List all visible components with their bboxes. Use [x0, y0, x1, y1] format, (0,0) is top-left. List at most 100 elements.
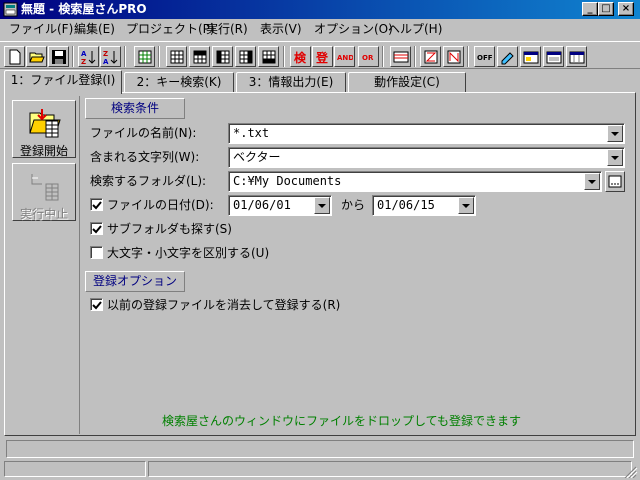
stop-execution-icon [31, 174, 59, 201]
folder-value: C:¥My Documents [233, 174, 342, 188]
register-start-label: 登録開始 [19, 144, 68, 158]
window-1-icon [523, 51, 539, 64]
chevron-down-icon[interactable] [607, 125, 623, 142]
menu-run[interactable]: 実行(R) [206, 22, 248, 36]
menu-bar: ファイル(F) 編集(E) プロジェクト(P) 実行(R) 表示(V) オプショ… [0, 19, 640, 39]
register-start-button[interactable]: 登録開始 [12, 100, 76, 158]
table-view-3-button[interactable] [212, 46, 233, 67]
grid-button[interactable] [134, 46, 155, 67]
svg-text:OFF: OFF [477, 54, 493, 62]
table-view-1-button[interactable] [166, 46, 187, 67]
toolbar-separator [124, 46, 126, 67]
sort-descending-button[interactable]: ZA [100, 46, 121, 67]
n-button[interactable] [443, 46, 464, 67]
file-name-combo[interactable]: *.txt [228, 123, 625, 144]
grid-icon [138, 50, 152, 64]
new-file-icon [9, 49, 21, 65]
register-options-header[interactable]: 登録オプション [85, 271, 185, 292]
save-icon [52, 50, 66, 64]
save-button[interactable] [48, 46, 69, 67]
search-conditions-header[interactable]: 検索条件 [85, 98, 185, 119]
file-name-value: *.txt [233, 126, 270, 140]
sort-ascending-button[interactable]: AZ [78, 46, 99, 67]
svg-text:A: A [103, 58, 109, 65]
date-to-combo[interactable]: 01/06/15 [372, 195, 476, 216]
new-file-button[interactable] [4, 46, 25, 67]
tab-key-search[interactable]: 2：キー検索(K) [124, 72, 234, 92]
subfolder-label[interactable]: サブフォルダも探す(S) [107, 221, 232, 237]
date-label: ファイルの日付(D): [107, 198, 214, 212]
chevron-down-icon[interactable] [584, 173, 600, 190]
table-view-4-button[interactable] [235, 46, 256, 67]
table-view-5-button[interactable] [258, 46, 279, 67]
z-button[interactable] [420, 46, 441, 67]
window-3-button[interactable] [566, 46, 587, 67]
chevron-down-icon[interactable] [314, 197, 330, 214]
folder-combo[interactable]: C:¥My Documents [228, 171, 602, 192]
svg-text:AND: AND [337, 54, 353, 62]
search-icon: 検 [294, 50, 307, 65]
tab-info-output[interactable]: 3：情報出力(E) [236, 72, 346, 92]
chevron-down-icon[interactable] [607, 149, 623, 166]
edit-icon [501, 52, 514, 65]
stop-icon: 登 [315, 50, 329, 65]
window-3-icon [569, 51, 585, 64]
menu-file[interactable]: ファイル(F) [9, 22, 73, 36]
edit-button[interactable] [497, 46, 518, 67]
n-icon [447, 50, 461, 64]
minimize-button[interactable]: _ [582, 2, 598, 16]
tab-file-register[interactable]: 1：ファイル登録(I) [4, 70, 122, 94]
svg-text:Z: Z [81, 58, 86, 65]
svg-text:Z: Z [103, 50, 108, 58]
clear-previous-checkbox[interactable] [90, 298, 103, 311]
date-checkbox[interactable] [90, 198, 103, 211]
file-name-label: ファイルの名前(N): [90, 126, 197, 140]
table-view-1-icon [170, 50, 184, 64]
table-view-2-icon [193, 50, 207, 64]
stop-button[interactable]: 登 [312, 46, 333, 67]
filter-icon [393, 51, 409, 63]
clear-previous-label[interactable]: 以前の登録ファイルを消去して登録する(R) [107, 297, 340, 313]
toolbar-separator [382, 46, 384, 67]
off-icon: OFF [477, 54, 493, 62]
svg-text:A: A [81, 50, 87, 58]
toolbar-separator [72, 46, 74, 67]
browse-folder-button[interactable] [605, 171, 625, 192]
subfolder-checkbox[interactable] [90, 222, 103, 235]
open-folder-icon [29, 52, 45, 63]
close-button[interactable]: × [618, 2, 634, 16]
filter-button[interactable] [390, 46, 411, 67]
title-bar[interactable]: 無題 - 検索屋さんPRO _ □ × [0, 0, 640, 19]
menu-options[interactable]: オプション(O) [314, 22, 393, 36]
sort-descending-icon: ZA [103, 50, 118, 65]
toolbar-separator [158, 46, 160, 67]
menu-edit[interactable]: 編集(E) [74, 22, 115, 36]
register-icon [29, 109, 61, 138]
or-button[interactable]: OR [358, 46, 379, 67]
case-sensitive-label[interactable]: 大文字・小文字を区別する(U) [107, 245, 269, 261]
case-sensitive-checkbox[interactable] [90, 246, 103, 259]
toolbar-separator [467, 46, 469, 67]
stop-execution-button[interactable]: 実行中止 [12, 163, 76, 221]
window-1-button[interactable] [520, 46, 541, 67]
chevron-down-icon[interactable] [458, 197, 474, 214]
open-button[interactable] [26, 46, 47, 67]
menu-help[interactable]: ヘルプ(H) [388, 22, 442, 36]
search-button[interactable]: 検 [290, 46, 311, 67]
off-button[interactable]: OFF [474, 46, 495, 67]
maximize-button[interactable]: □ [598, 2, 614, 16]
date-from-combo[interactable]: 01/06/01 [228, 195, 332, 216]
menu-view[interactable]: 表示(V) [260, 22, 302, 36]
status-pane-2 [148, 461, 632, 477]
window-2-button[interactable] [543, 46, 564, 67]
resize-grip-icon[interactable] [624, 466, 638, 478]
and-button[interactable]: AND [334, 46, 355, 67]
table-view-2-button[interactable] [189, 46, 210, 67]
tab-settings[interactable]: 動作設定(C) [348, 72, 466, 92]
app-icon [3, 2, 18, 17]
table-view-4-icon [239, 50, 253, 64]
table-view-3-icon [216, 50, 230, 64]
svg-text:検: 検 [294, 50, 307, 65]
contains-text-combo[interactable]: ベクター [228, 147, 625, 168]
menu-project[interactable]: プロジェクト(P) [126, 22, 215, 36]
